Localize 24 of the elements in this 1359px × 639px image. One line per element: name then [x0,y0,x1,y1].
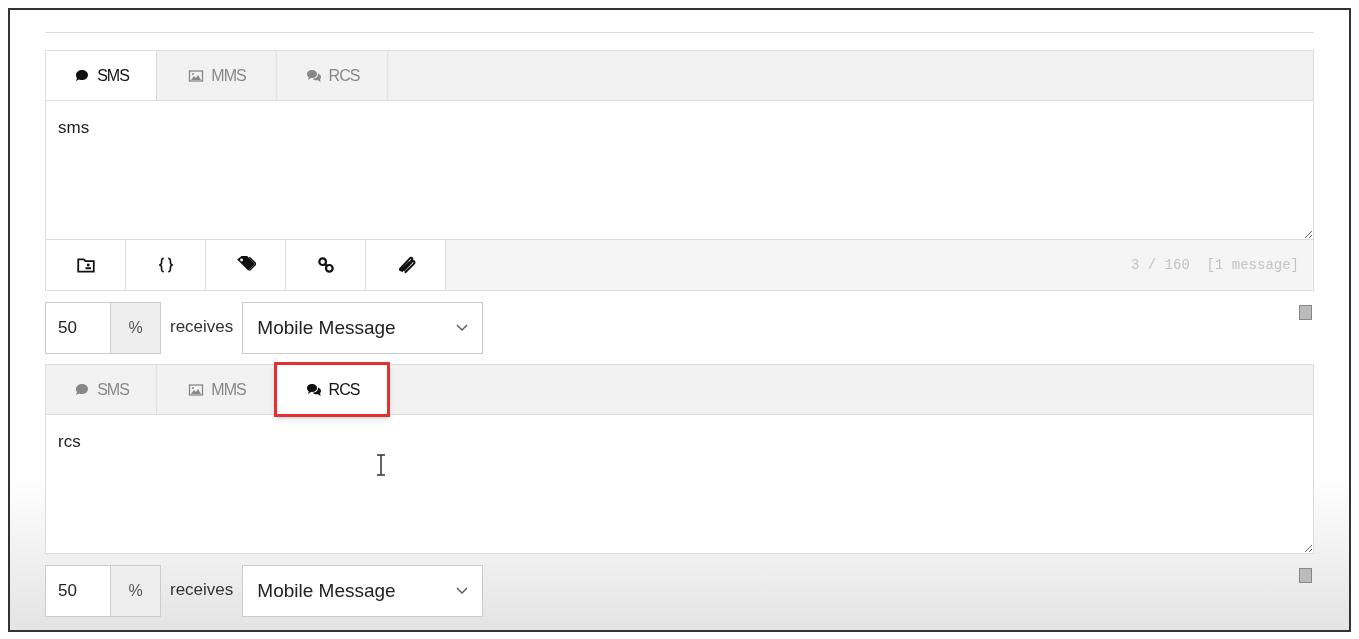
channel-select[interactable]: Mobile Message [242,302,484,354]
percent-field[interactable]: 50 [45,565,111,617]
folder-user-button[interactable] [46,240,126,290]
link-button[interactable] [286,240,366,290]
message-field[interactable]: sms [45,100,1314,240]
tab[interactable]: SMS [46,51,157,100]
receives-label: receives [170,316,234,338]
channel-select[interactable]: Mobile Message [242,565,484,617]
caret-icon [456,587,469,595]
image-icon [187,381,206,398]
tab[interactable]: RCS [277,365,388,414]
percent-field[interactable]: 50 [45,302,111,354]
receives-label: receives [170,579,234,601]
speech-bubbles-icon [304,67,323,84]
percent-addon: % [111,302,161,354]
speech-bubbles-icon [304,381,323,398]
link-icon [315,255,336,275]
percent-addon: % [111,565,161,617]
message-field[interactable]: rcs [45,414,1314,554]
text-cursor-icon [376,454,386,476]
caret-icon [456,324,469,332]
image-icon [187,67,206,84]
tags-button[interactable] [206,240,286,290]
paperclip-button[interactable] [366,240,446,290]
